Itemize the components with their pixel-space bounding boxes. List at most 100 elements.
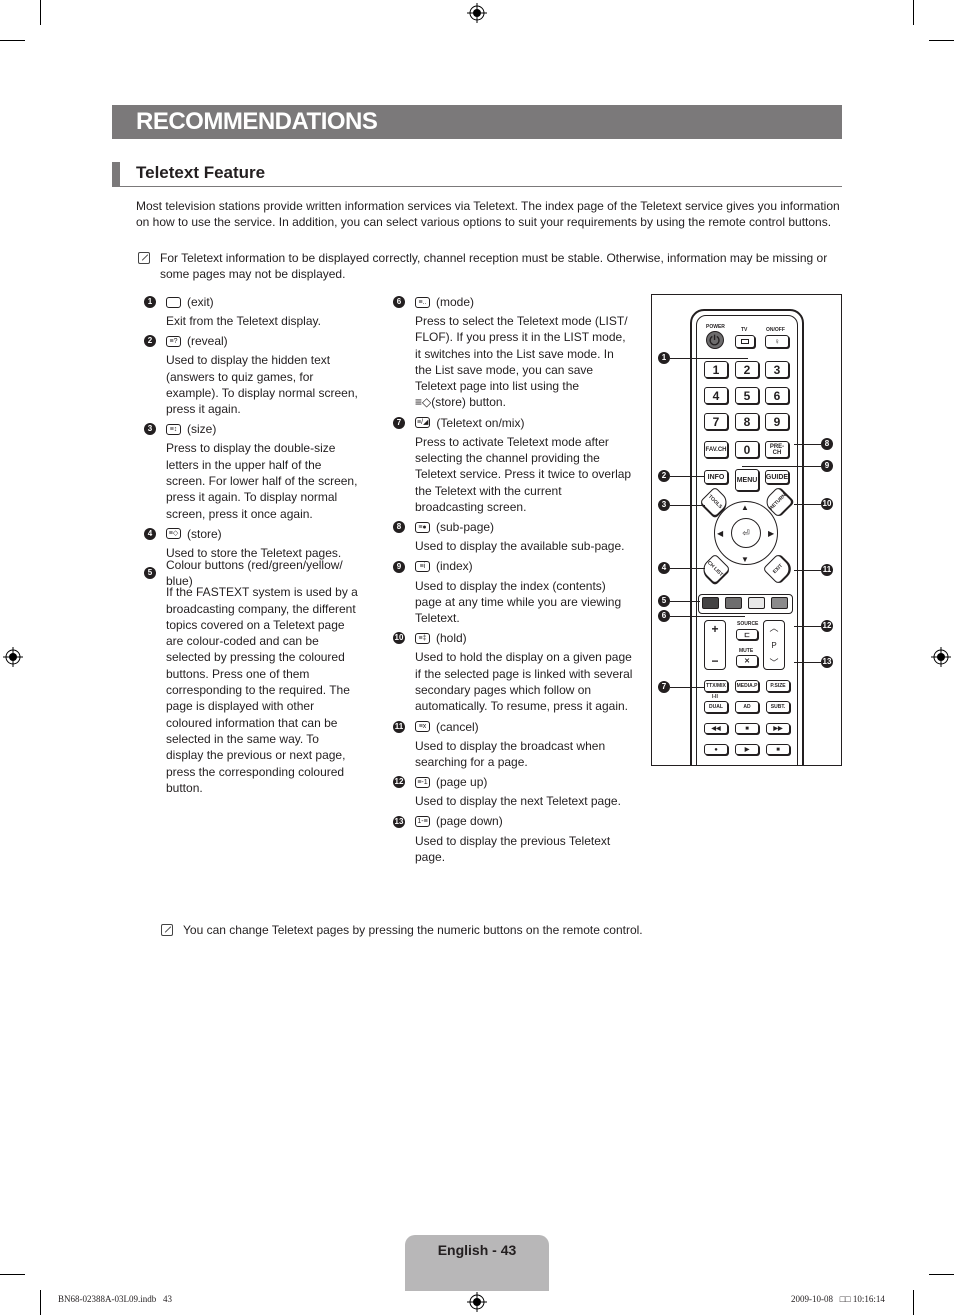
source-button[interactable]: ⊏ bbox=[736, 629, 758, 640]
digit-5-button[interactable]: 5 bbox=[735, 387, 759, 404]
note: For Teletext information to be displayed… bbox=[138, 250, 844, 283]
play-button[interactable]: ▶ bbox=[735, 744, 759, 755]
callout-line bbox=[670, 601, 700, 602]
crop-mark bbox=[913, 0, 914, 25]
digit-8-button[interactable]: 8 bbox=[735, 413, 759, 430]
registration-mark-icon bbox=[931, 647, 951, 667]
feature-item: 7 ≡/◢ (Teletext on/mix) Press to activate T… bbox=[393, 415, 633, 515]
store-icon: ≡◇ bbox=[166, 528, 181, 540]
menu-button[interactable]: MENU bbox=[735, 469, 759, 491]
digit-4-button[interactable]: 4 bbox=[704, 387, 728, 404]
light-bulb-icon: ♀ bbox=[774, 337, 780, 346]
note-icon bbox=[138, 252, 150, 264]
callout-line bbox=[670, 505, 705, 506]
item-number-badge: 5 bbox=[144, 567, 156, 580]
digit-6-button[interactable]: 6 bbox=[765, 387, 789, 404]
item-number-badge: 13 bbox=[393, 815, 405, 828]
sub-page-icon: ≡● bbox=[415, 521, 430, 533]
feature-item-title: (index) bbox=[436, 559, 473, 574]
feature-item: 5 Colour buttons (red/green/yellow/ blue)… bbox=[144, 558, 359, 796]
red-button[interactable] bbox=[702, 597, 719, 609]
volume-rocker[interactable]: + − bbox=[704, 620, 726, 670]
callout-number: 3 bbox=[658, 499, 670, 511]
feature-item-description: Press to activate Teletext mode after se… bbox=[415, 434, 632, 514]
digit-3-button[interactable]: 3 bbox=[765, 361, 789, 378]
pause-button[interactable]: ■ bbox=[735, 723, 759, 734]
fast-forward-button[interactable]: ▶▶ bbox=[766, 723, 790, 734]
dual-button[interactable]: DUAL bbox=[704, 701, 728, 713]
digit-9-button[interactable]: 9 bbox=[765, 413, 789, 430]
p-size-button[interactable]: P.SIZE bbox=[766, 680, 790, 692]
rewind-button[interactable]: ◀◀ bbox=[704, 723, 728, 734]
crop-mark bbox=[40, 0, 41, 25]
cancel-icon: ≡x bbox=[415, 721, 430, 733]
ttx-mix-button[interactable]: TTX/MIX bbox=[704, 680, 728, 692]
record-button[interactable]: ● bbox=[704, 744, 728, 755]
feature-item-description: Used to display the next Teletext page. bbox=[415, 794, 621, 809]
note-text: You can change Teletext pages by pressin… bbox=[183, 923, 643, 937]
guide-button[interactable]: GUIDE bbox=[765, 470, 789, 484]
feature-item: 4 ≡◇ (store) Used to store the Teletext pag… bbox=[144, 526, 359, 561]
blue-button[interactable] bbox=[771, 597, 788, 609]
callout-number: 10 bbox=[821, 498, 833, 510]
page-title-bar: RECOMMENDATIONS bbox=[112, 105, 842, 139]
callout-line bbox=[794, 504, 821, 505]
feature-item-title: (cancel) bbox=[436, 719, 479, 734]
arrow-right-button[interactable]: ▶ bbox=[768, 529, 774, 538]
dual-label: I-II bbox=[712, 694, 718, 700]
feature-item-heading: 11 ≡x (cancel) bbox=[393, 719, 633, 735]
power-label: POWER bbox=[706, 324, 725, 330]
mute-button[interactable]: ✕ bbox=[736, 655, 758, 667]
item-number-badge: 11 bbox=[393, 720, 405, 733]
info-button[interactable]: INFO bbox=[704, 470, 728, 484]
file-info: BN68-02388A-03L09.indb 43 bbox=[58, 1294, 172, 1304]
note-text: For Teletext information to be displayed… bbox=[160, 251, 828, 282]
enter-button[interactable]: ⏎ bbox=[731, 518, 761, 548]
feature-item-heading: 8 ≡● (sub-page) bbox=[393, 519, 633, 535]
stop-button[interactable]: ■ bbox=[766, 744, 790, 755]
digit-2-button[interactable]: 2 bbox=[735, 361, 759, 378]
subtitle-button[interactable]: SUBT. bbox=[766, 701, 790, 713]
ad-button[interactable]: AD bbox=[735, 701, 759, 713]
callout-line bbox=[670, 358, 748, 359]
callout-line bbox=[670, 568, 705, 569]
light-button[interactable]: ♀ bbox=[765, 335, 789, 348]
pre-ch-button[interactable]: PRE-CH bbox=[765, 441, 789, 458]
green-button[interactable] bbox=[725, 597, 742, 609]
crop-mark bbox=[913, 1290, 914, 1315]
digit-0-button[interactable]: 0 bbox=[735, 441, 759, 458]
arrow-up-button[interactable]: ▲ bbox=[741, 503, 749, 512]
item-number-badge: 2 bbox=[144, 335, 156, 348]
feature-item-description: Press to display the double-size letters… bbox=[166, 441, 358, 521]
feature-item: 2 ≡? (reveal) Used to display the hidden te… bbox=[144, 333, 359, 417]
fav-ch-button[interactable]: FAV.CH bbox=[704, 441, 728, 458]
feature-item: 9 ≡i (index) Used to display the index (con… bbox=[393, 559, 633, 627]
reveal-icon: ≡? bbox=[166, 335, 181, 347]
media-p-button[interactable]: MEDIA.P bbox=[735, 680, 759, 692]
note: You can change Teletext pages by pressin… bbox=[161, 922, 761, 938]
tv-button[interactable] bbox=[735, 335, 755, 348]
item-number-badge: 6 bbox=[393, 296, 405, 308]
digit-1-button[interactable]: 1 bbox=[704, 361, 728, 378]
exit-icon bbox=[166, 296, 181, 308]
arrow-down-button[interactable]: ▼ bbox=[741, 555, 749, 564]
registration-mark-icon bbox=[467, 1292, 487, 1312]
feature-item-title: (page up) bbox=[436, 775, 488, 790]
callout-line bbox=[794, 626, 821, 627]
feature-list-middle: 6 ≡.. (mode) Press to select the Teletext m… bbox=[393, 294, 633, 869]
yellow-button[interactable] bbox=[748, 597, 765, 609]
power-button[interactable] bbox=[706, 331, 724, 349]
digit-7-button[interactable]: 7 bbox=[704, 413, 728, 430]
callout-number: 6 bbox=[658, 610, 670, 622]
feature-item-description: Used to display the index (contents) pag… bbox=[415, 578, 622, 626]
feature-item-title: (hold) bbox=[436, 631, 467, 646]
feature-item: 13 1-≡ (page down) Used to display the prev… bbox=[393, 814, 633, 866]
item-number-badge: 12 bbox=[393, 776, 405, 789]
feature-item: 3 ≡↕ (size) Press to display the double-siz… bbox=[144, 421, 359, 521]
channel-rocker[interactable]: ︿ P ﹀ bbox=[763, 620, 785, 670]
feature-item-description: Exit from the Teletext display. bbox=[166, 314, 321, 328]
feature-item: 12 ≡-1 (page up) Used to display the next T… bbox=[393, 774, 633, 809]
item-number-badge: 4 bbox=[144, 527, 156, 540]
arrow-left-button[interactable]: ◀ bbox=[717, 529, 723, 538]
callout-line bbox=[794, 570, 821, 571]
